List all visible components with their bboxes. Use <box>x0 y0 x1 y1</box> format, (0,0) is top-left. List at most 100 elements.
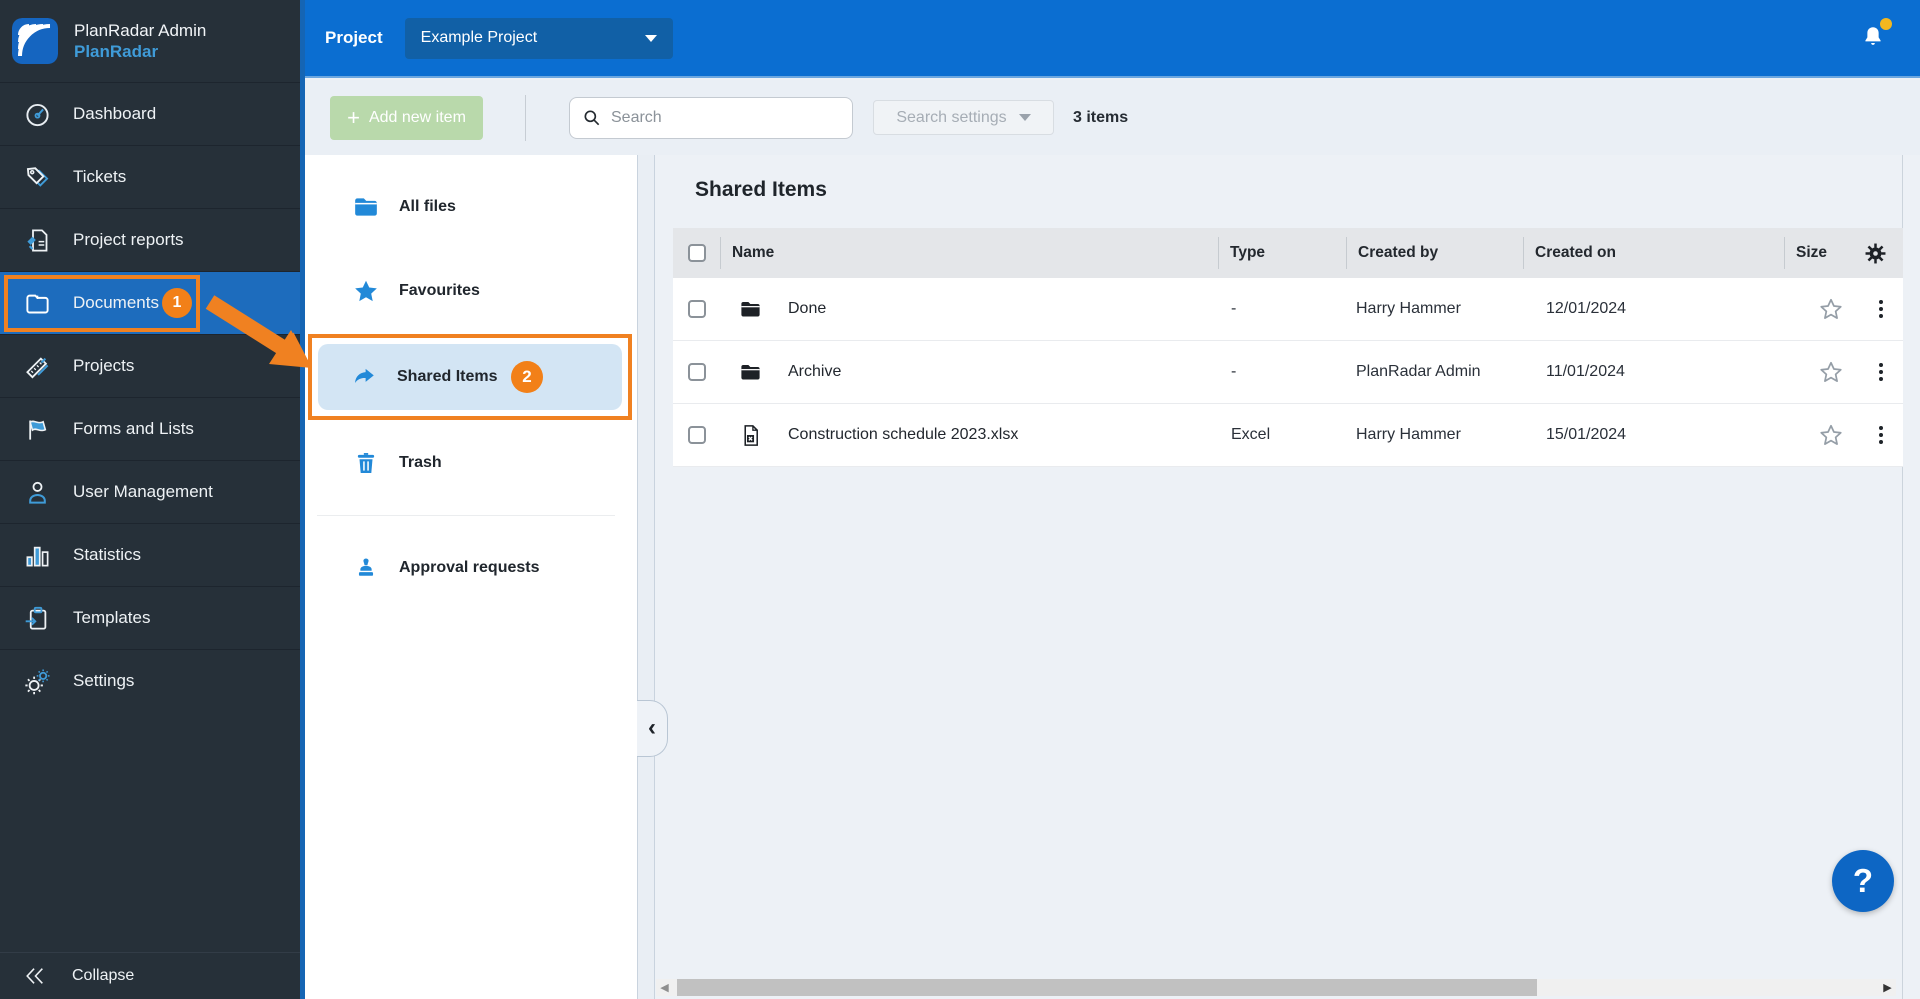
sidebar-item-projects[interactable]: Projects <box>0 334 300 397</box>
row-checkbox[interactable] <box>687 426 706 444</box>
sidebar-item-dashboard[interactable]: Dashboard <box>0 82 300 145</box>
collapse-label: Collapse <box>72 967 135 984</box>
select-all-checkbox[interactable] <box>687 244 706 262</box>
folder-nav-label: All files <box>399 198 456 215</box>
shared-items-table: Name Type Created by Created on Size Don… <box>673 228 1903 467</box>
shared-items-content: Shared Items Name Type Created by Create… <box>655 155 1920 999</box>
row-created-by: Harry Hammer <box>1356 300 1461 317</box>
sidebar-item-label: Project reports <box>73 230 184 249</box>
row-type: Excel <box>1231 426 1271 443</box>
sidebar-item-tickets[interactable]: Tickets <box>0 145 300 208</box>
folder-nav-trash[interactable]: Trash <box>305 421 637 505</box>
chevron-left-icon: ‹ <box>648 713 656 741</box>
table-row[interactable]: Construction schedule 2023.xlsx Excel Ha… <box>673 404 1903 467</box>
table-row[interactable]: Archive - PlanRadar Admin 11/01/2024 <box>673 341 1903 404</box>
sidebar-item-user-management[interactable]: User Management <box>0 460 300 523</box>
panel-collapse-handle[interactable]: ‹ <box>637 700 668 757</box>
row-menu-kebab-icon[interactable] <box>1875 359 1887 385</box>
chevron-down-icon <box>644 34 657 42</box>
add-new-item-button[interactable]: + Add new item <box>330 95 483 140</box>
select-all-cell <box>673 228 720 278</box>
forms-flag-icon <box>24 416 51 443</box>
folder-icon <box>739 298 762 321</box>
user-icon <box>24 479 51 506</box>
folder-nav-label: Shared Items <box>397 368 498 385</box>
project-selector-value: Example Project <box>420 29 538 46</box>
scrollbar-thumb[interactable] <box>677 979 1537 996</box>
annotation-step-badge-2: 2 <box>511 361 543 393</box>
help-button[interactable]: ? <box>1832 850 1894 912</box>
folder-nav-divider <box>317 515 615 516</box>
statistics-bar-chart-icon <box>24 542 51 569</box>
sidebar-item-forms-and-lists[interactable]: Forms and Lists <box>0 397 300 460</box>
panel-gutter <box>637 155 655 999</box>
folder-nav-all-files[interactable]: All files <box>305 165 637 249</box>
row-checkbox[interactable] <box>687 300 706 318</box>
sidebar-item-statistics[interactable]: Statistics <box>0 523 300 586</box>
table-row[interactable]: Done - Harry Hammer 12/01/2024 <box>673 278 1903 341</box>
annotation-step-badge-1: 1 <box>162 288 192 318</box>
favourite-star-icon[interactable] <box>1818 296 1844 322</box>
sidebar-item-documents[interactable]: Documents 1 <box>0 271 300 334</box>
folder-nav-approval-requests[interactable]: Approval requests <box>305 526 637 610</box>
search-input[interactable] <box>611 108 840 127</box>
row-menu-kebab-icon[interactable] <box>1875 422 1887 448</box>
scroll-right-arrow-icon[interactable]: ▶ <box>1879 979 1896 996</box>
documents-folder-icon <box>24 290 51 317</box>
sidebar-item-settings[interactable]: Settings <box>0 649 300 712</box>
row-created-on: 12/01/2024 <box>1546 300 1627 317</box>
sidebar-item-label: Templates <box>73 608 151 627</box>
search-box[interactable] <box>569 96 853 139</box>
folder-nav-shared-items[interactable]: Shared Items 2 <box>318 344 622 410</box>
sidebar-collapse-button[interactable]: Collapse <box>0 952 300 999</box>
sidebar-item-label: Settings <box>73 671 135 690</box>
column-header-name[interactable]: Name <box>720 228 1218 278</box>
row-created-on: 15/01/2024 <box>1546 426 1627 443</box>
search-settings-button[interactable]: Search settings <box>873 100 1054 135</box>
row-menu-kebab-icon[interactable] <box>1875 296 1887 322</box>
column-header-size[interactable]: Size <box>1784 228 1903 278</box>
row-checkbox[interactable] <box>687 363 706 381</box>
folder-icon <box>353 194 379 220</box>
sidebar-item-label: Dashboard <box>73 104 157 123</box>
column-header-created-by[interactable]: Created by <box>1346 228 1523 278</box>
row-name[interactable]: Done <box>788 300 826 318</box>
notifications-button[interactable] <box>1860 18 1892 53</box>
project-topbar: Project Example Project <box>305 0 1920 78</box>
sidebar-item-label: Tickets <box>73 167 127 186</box>
folder-nav-label: Trash <box>399 454 442 471</box>
project-selector-dropdown[interactable]: Example Project <box>404 17 673 59</box>
sidebar-item-project-reports[interactable]: Project reports <box>0 208 300 271</box>
column-header-type[interactable]: Type <box>1218 228 1346 278</box>
main-sidebar: PlanRadar Admin PlanRadar Dashboard Tick… <box>0 0 300 999</box>
logo-block[interactable]: PlanRadar Admin PlanRadar <box>0 0 300 82</box>
folder-nav-favourites[interactable]: Favourites <box>305 249 637 333</box>
row-type: - <box>1231 363 1237 380</box>
planradar-logo-icon <box>12 18 58 64</box>
scroll-left-arrow-icon[interactable]: ◀ <box>656 979 673 996</box>
row-name[interactable]: Construction schedule 2023.xlsx <box>788 426 1018 444</box>
horizontal-scrollbar[interactable]: ◀ ▶ <box>656 979 1896 996</box>
plus-icon: + <box>347 104 360 130</box>
chevron-down-icon <box>1018 114 1031 121</box>
notification-dot <box>1880 18 1892 30</box>
sidebar-item-templates[interactable]: Templates <box>0 586 300 649</box>
search-icon <box>584 110 600 125</box>
search-settings-label: Search settings <box>896 108 1007 126</box>
row-created-on: 11/01/2024 <box>1546 363 1625 380</box>
excel-file-icon <box>739 424 762 447</box>
sidebar-item-label: Statistics <box>73 545 142 564</box>
sidebar-item-label: User Management <box>73 482 213 501</box>
favourite-star-icon[interactable] <box>1818 422 1844 448</box>
column-settings-gear-icon[interactable] <box>1864 242 1887 265</box>
add-new-item-label: Add new item <box>368 108 466 126</box>
settings-gears-icon <box>24 668 51 695</box>
sidebar-item-label: Forms and Lists <box>73 419 194 438</box>
collapse-double-chevron-icon <box>24 965 46 987</box>
row-name[interactable]: Archive <box>788 363 841 381</box>
folder-icon <box>739 361 762 384</box>
favourite-star-icon[interactable] <box>1818 359 1844 385</box>
items-count: 3 items <box>1073 108 1129 126</box>
column-header-created-on[interactable]: Created on <box>1523 228 1784 278</box>
row-type: - <box>1231 300 1237 317</box>
